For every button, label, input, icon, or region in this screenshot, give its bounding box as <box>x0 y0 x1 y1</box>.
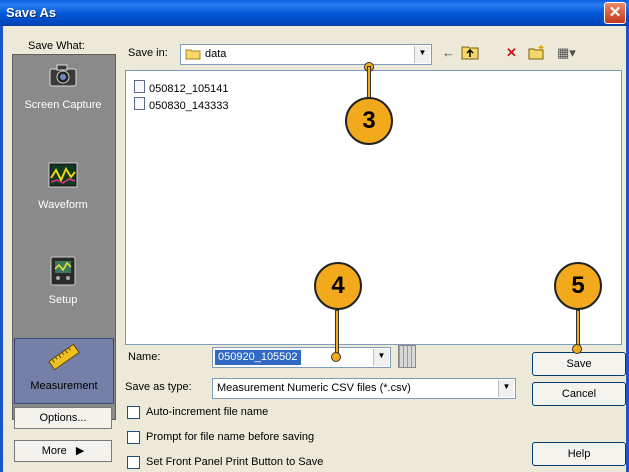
place-label: Waveform <box>38 199 88 211</box>
save-button[interactable]: Save <box>532 352 626 376</box>
keyboard-icon[interactable] <box>398 345 416 368</box>
setup-icon <box>47 255 79 287</box>
front-panel-print-checkbox[interactable] <box>127 456 140 469</box>
place-label: Screen Capture <box>24 99 102 111</box>
front-panel-print-label: Set Front Panel Print Button to Save <box>146 456 324 468</box>
save-as-type-label: Save as type: <box>125 381 192 393</box>
save-as-type-value: Measurement Numeric CSV files (*.csv) <box>217 382 411 394</box>
save-what-label: Save What: <box>28 40 85 52</box>
place-waveform[interactable]: Waveform <box>14 160 112 211</box>
callout-pointer-line <box>335 310 339 356</box>
more-label: More <box>41 445 67 457</box>
save-in-dropdown[interactable]: data ▼ <box>180 44 432 65</box>
file-icon <box>134 80 145 93</box>
views-menu-icon[interactable]: ▦▾ <box>557 43 576 63</box>
prompt-filename-label: Prompt for file name before saving <box>146 431 315 443</box>
place-measurement[interactable]: Measurement <box>14 338 114 404</box>
auto-increment-checkbox[interactable] <box>127 406 140 419</box>
callout-3: 3 <box>345 97 393 145</box>
back-icon[interactable]: ← <box>442 43 455 63</box>
list-item[interactable]: 050830_143333 <box>134 97 229 113</box>
options-button[interactable]: Options... <box>14 407 112 429</box>
auto-increment-label: Auto-increment file name <box>146 406 269 418</box>
dropdown-arrow-icon[interactable]: ▼ <box>498 380 514 397</box>
callout-4: 4 <box>314 262 362 310</box>
title-bar: Save As ✕ <box>0 0 629 26</box>
ruler-icon <box>48 341 80 373</box>
up-folder-icon[interactable] <box>461 43 479 63</box>
place-label: Measurement <box>30 380 98 392</box>
place-screen-capture[interactable]: Screen Capture <box>14 60 112 111</box>
list-item[interactable]: 050812_105141 <box>134 80 229 96</box>
callout-pointer-line <box>367 66 371 99</box>
camera-icon <box>47 60 79 92</box>
file-name-input[interactable]: 050920_105502 <box>212 347 384 368</box>
name-label: Name: <box>128 351 161 363</box>
more-button[interactable]: More ▶ <box>14 440 112 462</box>
window-title: Save As <box>6 5 57 20</box>
place-label: Setup <box>48 294 78 306</box>
callout-pointer-dot <box>572 344 582 354</box>
delete-icon[interactable]: ✕ <box>506 43 517 63</box>
waveform-icon <box>47 160 79 192</box>
window-frame-left <box>0 26 3 472</box>
folder-icon <box>185 48 201 63</box>
close-icon: ✕ <box>608 4 622 21</box>
dropdown-arrow-icon[interactable]: ▼ <box>414 46 430 63</box>
file-name-dropdown[interactable]: ▼ <box>372 347 391 368</box>
cancel-button[interactable]: Cancel <box>532 382 626 406</box>
save-in-value: data <box>205 48 227 60</box>
file-icon <box>134 97 145 110</box>
dropdown-arrow-icon[interactable]: ▼ <box>373 349 389 366</box>
callout-5: 5 <box>554 262 602 310</box>
file-name-value: 050920_105502 <box>215 350 301 365</box>
triangle-right-icon: ▶ <box>75 445 85 457</box>
save-in-label: Save in: <box>128 47 168 59</box>
callout-pointer-dot <box>331 352 341 362</box>
prompt-filename-checkbox[interactable] <box>127 431 140 444</box>
new-folder-icon[interactable] <box>528 43 546 63</box>
save-as-type-dropdown[interactable]: Measurement Numeric CSV files (*.csv) ▼ <box>212 378 516 399</box>
help-button[interactable]: Help <box>532 442 626 466</box>
place-setup[interactable]: Setup <box>14 255 112 306</box>
close-button[interactable]: ✕ <box>604 2 626 24</box>
